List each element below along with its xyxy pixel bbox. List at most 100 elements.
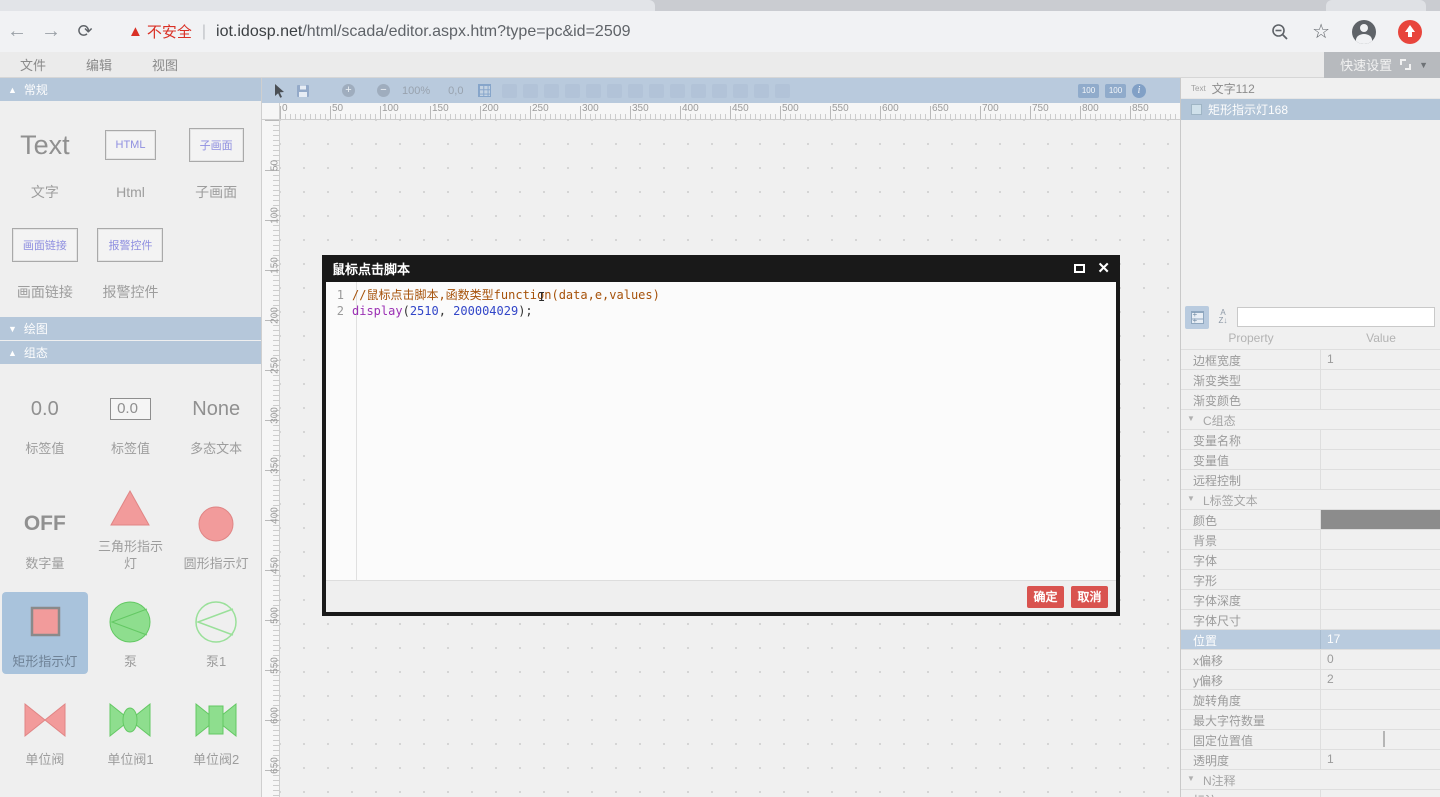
palette-section-scada[interactable]: ▲ 组态	[0, 341, 261, 364]
property-row[interactable]: 颜色	[1181, 509, 1440, 529]
palette-item-screen-link[interactable]: 画面链接画面链接	[2, 212, 88, 306]
browser-tab[interactable]	[0, 0, 655, 11]
palette-section-general[interactable]: ▲ 常规	[0, 78, 261, 101]
palette-item-multistate-text[interactable]: None多态文本	[173, 379, 259, 461]
property-filter-input[interactable]	[1237, 307, 1435, 327]
palette-item-text[interactable]: Text文字	[2, 112, 88, 206]
property-value[interactable]: 17	[1321, 630, 1440, 649]
scale-badge-icon[interactable]: 100	[1078, 84, 1099, 98]
chevron-down-icon[interactable]: ▼	[1419, 60, 1428, 70]
code-editor[interactable]: 1//鼠标点击脚本,函数类型function(data,e,values)2di…	[326, 282, 1116, 580]
back-icon[interactable]: ←	[0, 20, 34, 43]
browser-tab-secondary[interactable]	[1326, 0, 1426, 11]
property-value[interactable]	[1321, 710, 1440, 729]
info-icon[interactable]: i	[1132, 84, 1146, 98]
palette-item-unit-valve[interactable]: 单位阀	[2, 690, 88, 772]
palette-item-breaker[interactable]: 断路器	[88, 788, 174, 797]
object-item-text-112[interactable]: Text文字112	[1181, 78, 1440, 99]
quick-settings[interactable]: 快速设置 ▼	[1324, 52, 1440, 78]
checkbox[interactable]	[1383, 731, 1385, 747]
property-row[interactable]: 固定位置值	[1181, 729, 1440, 749]
palette-item-tag-value-box[interactable]: 0.0标签值	[88, 379, 174, 461]
property-row[interactable]: 渐变类型	[1181, 369, 1440, 389]
palette-item-html[interactable]: HTMLHtml	[88, 112, 174, 206]
property-value[interactable]: 1	[1321, 350, 1440, 369]
profile-avatar[interactable]	[1352, 20, 1376, 44]
property-value[interactable]	[1321, 570, 1440, 589]
palette-item-two-pos-valve[interactable]: 两位阀	[2, 788, 88, 797]
maximize-icon[interactable]	[1074, 264, 1085, 273]
property-row[interactable]: 字体	[1181, 549, 1440, 569]
property-row[interactable]: 透明度1	[1181, 749, 1440, 769]
reload-icon[interactable]: ⟳	[68, 21, 102, 42]
property-row[interactable]: 最大字符数量	[1181, 709, 1440, 729]
property-row[interactable]: 远程控制	[1181, 469, 1440, 489]
bookmark-star-icon[interactable]: ☆	[1312, 19, 1330, 44]
property-value[interactable]	[1321, 790, 1440, 797]
palette-item-pump[interactable]: 泵	[88, 592, 174, 674]
zoom-in-icon[interactable]: +	[342, 84, 355, 97]
security-warning-icon[interactable]: ▲	[128, 23, 143, 40]
property-row[interactable]: 边框宽度1	[1181, 349, 1440, 369]
property-value[interactable]	[1321, 450, 1440, 469]
close-icon[interactable]: ✕	[1097, 261, 1110, 276]
property-value[interactable]	[1321, 690, 1440, 709]
property-value[interactable]	[1321, 390, 1440, 409]
menu-item-edit[interactable]: 编辑	[66, 58, 132, 73]
ok-button[interactable]: 确定	[1027, 586, 1064, 608]
categorized-view-button[interactable]	[1185, 306, 1209, 329]
palette-section-drawing[interactable]: ▼ 绘图	[0, 317, 261, 340]
property-group-row[interactable]: C组态	[1181, 409, 1440, 429]
zoom-out-icon[interactable]: −	[377, 84, 390, 97]
property-value[interactable]	[1321, 510, 1440, 529]
palette-item-tag-value[interactable]: 0.0标签值	[2, 379, 88, 461]
property-value[interactable]	[1321, 550, 1440, 569]
property-row[interactable]: 字体尺寸	[1181, 609, 1440, 629]
palette-item-alarm-control[interactable]: 报警控件报警控件	[88, 212, 174, 306]
palette-item-triangle-indicator[interactable]: 三角形指示灯	[88, 477, 174, 576]
security-warning-label[interactable]: 不安全	[147, 21, 192, 42]
save-icon[interactable]	[294, 82, 312, 100]
url-host[interactable]: iot.idosp.net	[216, 23, 302, 41]
object-item-rect-indicator-168[interactable]: 矩形指示灯168	[1181, 99, 1440, 120]
palette-item-digital[interactable]: OFF数字量	[2, 477, 88, 576]
property-row[interactable]: 字体深度	[1181, 589, 1440, 609]
property-value[interactable]	[1321, 590, 1440, 609]
property-row[interactable]: 标注	[1181, 789, 1440, 797]
property-row[interactable]: 变量值	[1181, 449, 1440, 469]
property-row[interactable]: 字形	[1181, 569, 1440, 589]
palette-item-unit-valve2[interactable]: 单位阀2	[173, 690, 259, 772]
menu-item-file[interactable]: 文件	[0, 58, 66, 73]
cancel-button[interactable]: 取消	[1071, 586, 1108, 608]
forward-icon[interactable]: →	[34, 20, 68, 43]
page-zoom-icon[interactable]	[1270, 22, 1290, 42]
property-value[interactable]	[1321, 430, 1440, 449]
palette-item-unit-valve1[interactable]: 单位阀1	[88, 690, 174, 772]
property-row[interactable]: x偏移0	[1181, 649, 1440, 669]
alphabetical-sort-button[interactable]: AZ↓	[1211, 306, 1235, 329]
scale-badge-icon[interactable]: 100	[1105, 84, 1126, 98]
property-value[interactable]	[1321, 470, 1440, 489]
property-row[interactable]: 旋转角度	[1181, 689, 1440, 709]
property-value[interactable]: 1	[1321, 750, 1440, 769]
palette-item-rect-indicator[interactable]: 矩形指示灯	[2, 592, 88, 674]
palette-item-subscreen[interactable]: 子画面子画面	[173, 112, 259, 206]
select-cursor-icon[interactable]	[270, 82, 288, 100]
grid-toggle-icon[interactable]	[475, 82, 493, 100]
palette-item-pump1[interactable]: 泵1	[173, 592, 259, 674]
property-value[interactable]	[1321, 610, 1440, 629]
property-row[interactable]: 变量名称	[1181, 429, 1440, 449]
property-value[interactable]: 0	[1321, 650, 1440, 669]
color-swatch[interactable]	[1321, 510, 1440, 529]
property-value[interactable]	[1321, 370, 1440, 389]
fit-screen-icon[interactable]	[1400, 59, 1411, 70]
property-group-row[interactable]: N注释	[1181, 769, 1440, 789]
property-value[interactable]: 2	[1321, 670, 1440, 689]
dialog-title-bar[interactable]: 鼠标点击脚本 ✕	[322, 255, 1120, 282]
palette-item-circle-indicator[interactable]: 圆形指示灯	[173, 477, 259, 576]
property-row[interactable]: 位置17	[1181, 629, 1440, 649]
property-row[interactable]: 渐变颜色	[1181, 389, 1440, 409]
url-path[interactable]: /html/scada/editor.aspx.htm?type=pc&id=2…	[302, 23, 630, 41]
browser-update-icon[interactable]	[1398, 20, 1422, 44]
palette-item-handle[interactable]: 车手	[173, 788, 259, 797]
